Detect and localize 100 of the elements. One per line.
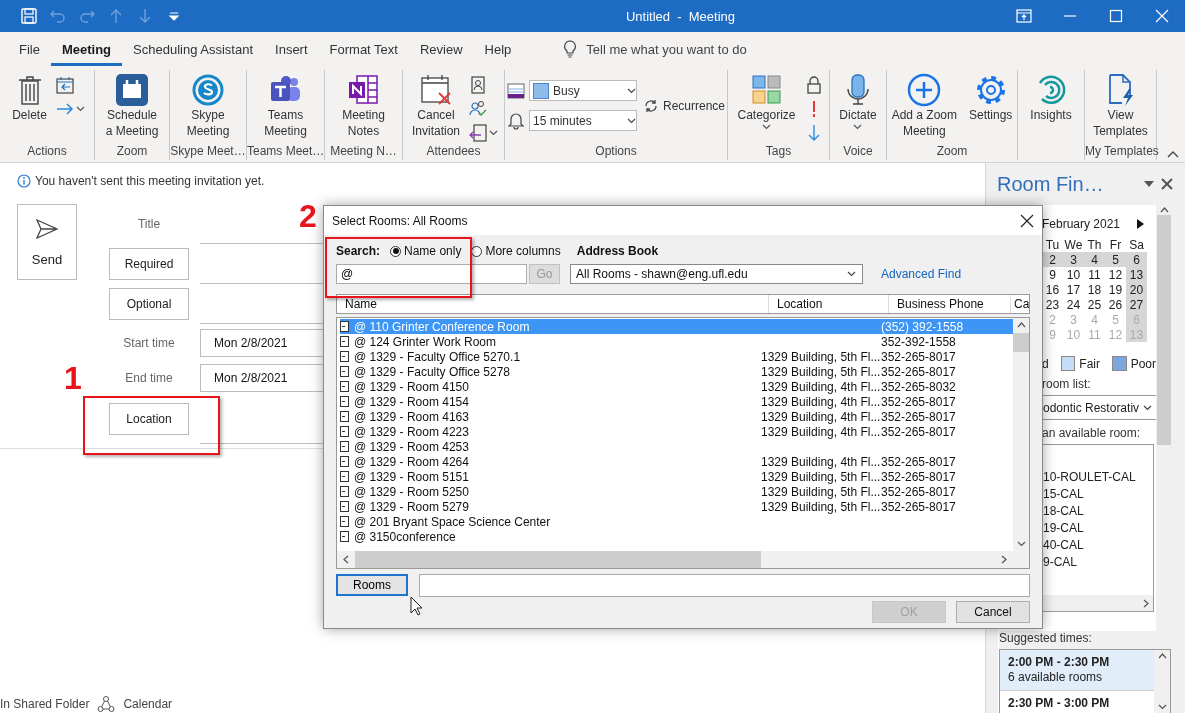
scrollbar-thumb[interactable]	[355, 551, 761, 568]
people-check-icon[interactable]	[469, 100, 487, 118]
ribbon-button[interactable]: Dictate	[836, 70, 880, 130]
scroll-right-icon[interactable]	[1001, 555, 1007, 564]
room-item[interactable]: 40-CAL	[1043, 538, 1153, 552]
lightbulb-icon[interactable]	[562, 40, 579, 58]
calendar-day[interactable]: 12	[1105, 267, 1126, 282]
calendar-day[interactable]: 26	[1105, 297, 1126, 312]
column-header[interactable]: Name	[337, 295, 769, 313]
radio-button[interactable]: More columns	[471, 244, 561, 258]
calendar-day[interactable]: 25	[1084, 297, 1105, 312]
recurrence-button[interactable]: Recurrence	[643, 98, 725, 114]
caret-icon[interactable]	[75, 106, 85, 112]
scroll-right-icon[interactable]	[1143, 598, 1149, 608]
calendar-day[interactable]: 16	[1042, 282, 1063, 297]
calendar-day[interactable]: 19	[1105, 282, 1126, 297]
scroll-up-icon[interactable]	[1016, 322, 1026, 328]
scrollbar-thumb[interactable]	[1013, 333, 1029, 352]
menu-tab[interactable]: Format Text	[318, 35, 409, 66]
calendar-day[interactable]: 27	[1126, 297, 1147, 312]
calendar-day[interactable]: 18	[1084, 282, 1105, 297]
calendar-day[interactable]: 24	[1063, 297, 1084, 312]
ribbon-button[interactable]: Delete	[9, 70, 50, 123]
suggested-list[interactable]: 2:00 PM - 2:30 PM 6 available rooms 2:30 PM - 3:00 PM	[999, 649, 1171, 713]
month-label: February 2021	[1042, 217, 1121, 231]
scroll-up-icon[interactable]	[1157, 653, 1167, 659]
rooms-field[interactable]	[419, 573, 1030, 597]
ribbon-button[interactable]: Teams Meeting	[261, 70, 310, 139]
calendar-arrow-icon[interactable]	[55, 76, 74, 94]
room-row[interactable]: @ 1329 - Room 4223 1329 Building, 4th Fl...352-265-8017	[340, 424, 1013, 439]
room-item[interactable]: 18-CAL	[1043, 504, 1153, 518]
menu-tab[interactable]: Scheduling Assistant	[122, 35, 265, 66]
field-button[interactable]: Required	[109, 248, 189, 280]
next-month-icon[interactable]	[1137, 219, 1144, 229]
calendar-day[interactable]: 10	[1063, 267, 1084, 282]
room-row[interactable]: @ 1329 - Faculty Office 5278 1329 Building, 5th Fl...352-265-8017	[340, 364, 1013, 379]
time-slot[interactable]: 2:00 PM - 2:30 PM 6 available rooms	[1000, 650, 1154, 691]
radio-button[interactable]: Name only	[390, 244, 462, 258]
ribbon-button[interactable]: Meeting Notes	[339, 70, 388, 139]
menu-tab[interactable]: Review	[408, 35, 474, 66]
calendar-day[interactable]: 9	[1042, 267, 1063, 282]
scroll-left-icon[interactable]	[343, 555, 349, 564]
lock-icon[interactable]	[804, 76, 823, 94]
room-row[interactable]: @ 124 Grinter Work Room 352-392-1558	[340, 334, 1013, 349]
calendar-day[interactable]: 2	[1042, 252, 1063, 267]
ribbon-button[interactable]: Cancel Invitation	[409, 70, 463, 139]
column-header[interactable]: Business Phone	[889, 295, 1011, 313]
calendar-day[interactable]: 17	[1063, 282, 1084, 297]
close-icon[interactable]	[1161, 178, 1173, 190]
menu-tab[interactable]: Insert	[264, 35, 319, 66]
menu-tab[interactable]: File	[8, 35, 51, 66]
column-header[interactable]: Location	[769, 295, 889, 313]
field-button[interactable]: Optional	[109, 288, 189, 320]
room-row[interactable]: @ 1329 - Room 4150 1329 Building, 4th Fl...352-265-8032	[340, 379, 1013, 394]
rooms-button[interactable]: Rooms	[336, 574, 408, 596]
calendar-day[interactable]: 11	[1084, 267, 1105, 282]
calendar-day[interactable]: 3	[1063, 252, 1084, 267]
ribbon-button[interactable]: Skype Meeting	[183, 70, 233, 139]
send-button[interactable]: Send	[17, 204, 77, 280]
ribbon-button[interactable]: Schedule a Meeting	[102, 70, 162, 139]
scroll-down-icon[interactable]	[1016, 541, 1026, 547]
room-row[interactable]: @ 1329 - Faculty Office 5270.1 1329 Building, 5th Fl...352-265-8017	[340, 349, 1013, 364]
contact-card-icon[interactable]	[469, 76, 487, 94]
dropdown-icon[interactable]	[1143, 180, 1155, 188]
calendar-day[interactable]: 6	[1126, 252, 1147, 267]
tell-me-field[interactable]: Tell me what you want to do	[586, 41, 807, 57]
collapse-icon[interactable]	[1167, 150, 1179, 158]
room-item[interactable]: 9-CAL	[1043, 555, 1153, 569]
ribbon-button[interactable]: Settings	[966, 70, 1016, 123]
calendar-day[interactable]: 5	[1105, 252, 1126, 267]
scrollbar-thumb[interactable]	[1157, 215, 1171, 445]
calendar-day[interactable]: 20	[1126, 282, 1147, 297]
ribbon-button[interactable]: View Templates	[1090, 70, 1151, 139]
calendar-day[interactable]: 23	[1042, 297, 1063, 312]
ribbon-button[interactable]: Insights	[1027, 70, 1075, 123]
room-item[interactable]: 10-ROULET-CAL	[1043, 470, 1153, 484]
room-item[interactable]: 19-CAL	[1043, 521, 1153, 535]
dropdown[interactable]: Busy	[529, 80, 637, 101]
ribbon-button[interactable]: Add a Zoom Meeting	[888, 70, 960, 139]
dropdown[interactable]: 15 minutes	[529, 110, 637, 131]
address-book-dropdown[interactable]: All Rooms - shawn@eng.ufl.edu	[570, 264, 863, 284]
calendar-day[interactable]: 4	[1084, 252, 1105, 267]
maximize-icon[interactable]	[1107, 7, 1125, 25]
menu-tab[interactable]: Help	[473, 35, 523, 66]
room-phone: 352-265-8017	[881, 349, 956, 364]
save-icon[interactable]	[20, 7, 38, 25]
column-header[interactable]: Ca	[1011, 295, 1029, 313]
field-button[interactable]: Location	[109, 403, 189, 435]
cancel-button[interactable]: Cancel	[956, 601, 1030, 623]
room-item[interactable]: 15-CAL	[1043, 487, 1153, 501]
ribbon-button[interactable]: Categorize	[734, 70, 799, 130]
close-icon[interactable]	[1020, 213, 1034, 228]
search-field[interactable]: @	[336, 264, 527, 284]
scroll-up-icon[interactable]	[1159, 207, 1169, 213]
advanced-find-link[interactable]: Advanced Find	[881, 267, 962, 281]
contact-arrow-icon[interactable]	[469, 124, 487, 142]
calendar-day[interactable]: 13	[1126, 267, 1147, 282]
ribbon-display-icon[interactable]	[1015, 7, 1033, 25]
caret-icon[interactable]	[489, 130, 498, 136]
scroll-down-icon[interactable]	[1157, 704, 1167, 710]
